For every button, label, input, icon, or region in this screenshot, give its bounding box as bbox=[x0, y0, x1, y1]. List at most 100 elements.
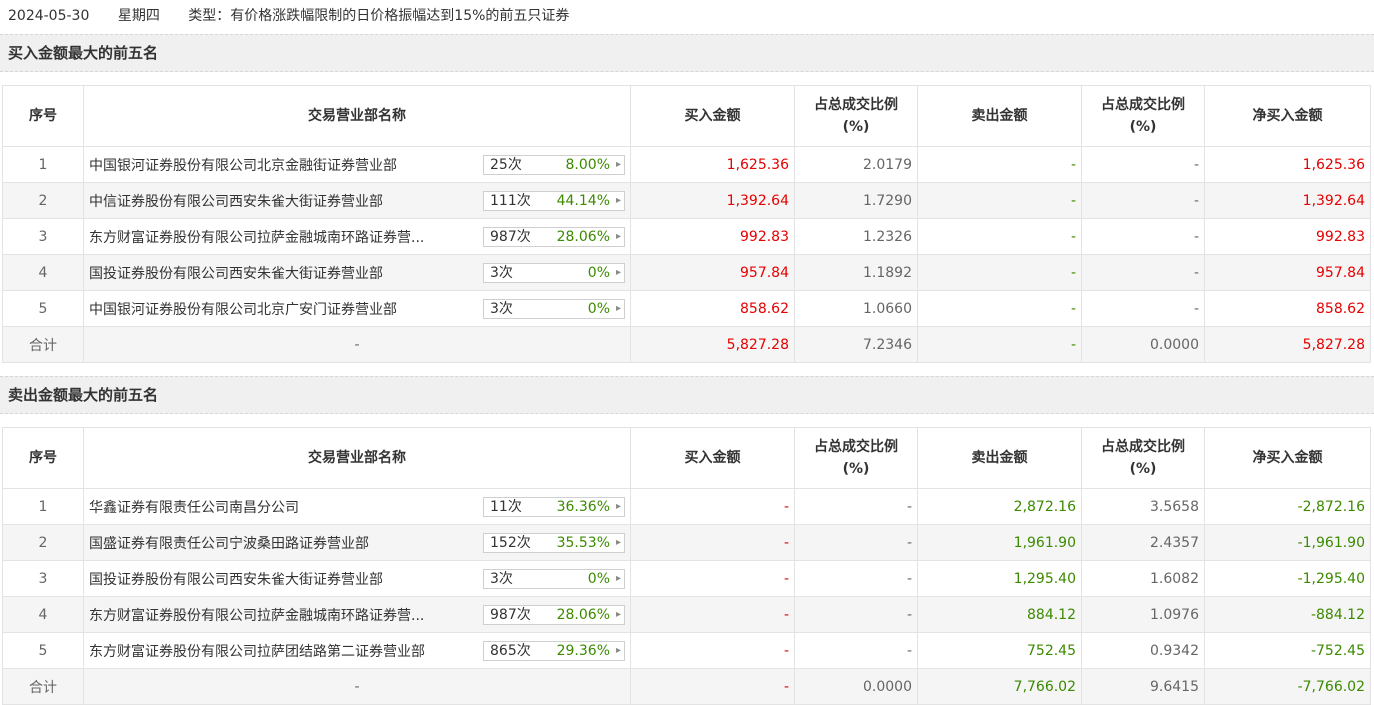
dept-name-link[interactable]: 中信证券股份有限公司西安朱雀大街证券营业部 bbox=[89, 191, 469, 211]
net-amount: 957.84 bbox=[1204, 254, 1371, 291]
sell-table: 序号 交易营业部名称 买入金额 占总成交比例 (%) 卖出金额 占总成交比例 (%)… bbox=[2, 427, 1371, 705]
dept-name-link[interactable]: 东方财富证券股份有限公司拉萨金融城南环路证券营... bbox=[89, 605, 469, 625]
dept-stats-button[interactable]: 152次 35.53% ▸ bbox=[483, 533, 625, 553]
dept-name-link[interactable]: 中国银河证券股份有限公司北京金融街证券营业部 bbox=[89, 155, 469, 175]
sell-amount: 884.12 bbox=[917, 596, 1082, 633]
sell-amount: 1,295.40 bbox=[917, 560, 1082, 597]
table-row: 3 东方财富证券股份有限公司拉萨金融城南环路证券营... 987次 28.06% ▸ 99… bbox=[2, 218, 1371, 255]
total-dept: - bbox=[83, 326, 631, 363]
dept-name-link[interactable]: 国盛证券有限责任公司宁波桑田路证券营业部 bbox=[89, 533, 469, 553]
buy-amount: 992.83 bbox=[630, 218, 795, 255]
caret-right-icon: ▸ bbox=[615, 573, 621, 584]
caret-right-icon: ▸ bbox=[615, 195, 621, 206]
caret-right-icon: ▸ bbox=[615, 159, 621, 170]
dept-name-link[interactable]: 国投证券股份有限公司西安朱雀大街证券营业部 bbox=[89, 569, 469, 589]
dept-stats-button[interactable]: 987次 28.06% ▸ bbox=[483, 605, 625, 625]
dept-stats-button[interactable]: 111次 44.14% ▸ bbox=[483, 191, 625, 211]
success-rate: 28.06% bbox=[556, 229, 610, 245]
dept-name-link[interactable]: 东方财富证券股份有限公司拉萨团结路第二证券营业部 bbox=[89, 641, 469, 661]
caret-right-icon: ▸ bbox=[615, 501, 621, 512]
buy-table: 序号 交易营业部名称 买入金额 占总成交比例 (%) 卖出金额 占总成交比例 (%)… bbox=[2, 85, 1371, 363]
col-dept: 交易营业部名称 bbox=[83, 427, 631, 489]
weekday: 星期四 bbox=[117, 8, 160, 24]
col-buy: 买入金额 bbox=[630, 85, 795, 147]
dept-stats-button[interactable]: 987次 28.06% ▸ bbox=[483, 227, 625, 247]
col-sell-ratio: 占总成交比例 (%) bbox=[1081, 427, 1205, 489]
col-net: 净买入金额 bbox=[1204, 427, 1371, 489]
sell-ratio: - bbox=[1081, 146, 1205, 183]
dept-name-link[interactable]: 国投证券股份有限公司西安朱雀大街证券营业部 bbox=[89, 263, 469, 283]
dept-stats-button[interactable]: 11次 36.36% ▸ bbox=[483, 497, 625, 517]
row-seq: 1 bbox=[2, 146, 84, 183]
row-seq: 3 bbox=[2, 218, 84, 255]
total-sell-ratio: 9.6415 bbox=[1081, 668, 1205, 705]
trade-date: 2024-05-30 bbox=[8, 8, 90, 24]
dept-stats-button[interactable]: 25次 8.00% ▸ bbox=[483, 155, 625, 175]
col-seq: 序号 bbox=[2, 85, 84, 147]
dept-stats-button[interactable]: 3次 0% ▸ bbox=[483, 299, 625, 319]
net-amount: 858.62 bbox=[1204, 290, 1371, 327]
success-rate: 44.14% bbox=[556, 193, 610, 209]
success-rate: 0% bbox=[587, 571, 610, 587]
dept-cell: 中国银河证券股份有限公司北京广安门证券营业部 3次 0% ▸ bbox=[83, 290, 631, 327]
total-sell-ratio: 0.0000 bbox=[1081, 326, 1205, 363]
col-net: 净买入金额 bbox=[1204, 85, 1371, 147]
row-seq: 5 bbox=[2, 290, 84, 327]
col-buy-ratio: 占总成交比例 (%) bbox=[794, 427, 918, 489]
caret-right-icon: ▸ bbox=[615, 609, 621, 620]
row-seq: 1 bbox=[2, 488, 84, 525]
buy-ratio: - bbox=[794, 560, 918, 597]
caret-right-icon: ▸ bbox=[615, 231, 621, 242]
total-buy-ratio: 7.2346 bbox=[794, 326, 918, 363]
row-seq: 3 bbox=[2, 560, 84, 597]
dept-name-link[interactable]: 中国银河证券股份有限公司北京广安门证券营业部 bbox=[89, 299, 469, 319]
total-buy: 5,827.28 bbox=[630, 326, 795, 363]
row-seq: 4 bbox=[2, 596, 84, 633]
net-amount: -2,872.16 bbox=[1204, 488, 1371, 525]
dept-cell: 国盛证券有限责任公司宁波桑田路证券营业部 152次 35.53% ▸ bbox=[83, 524, 631, 561]
buy-table-header: 序号 交易营业部名称 买入金额 占总成交比例 (%) 卖出金额 占总成交比例 (%)… bbox=[2, 85, 1371, 147]
appearance-count: 3次 bbox=[490, 265, 513, 281]
row-seq: 2 bbox=[2, 524, 84, 561]
sell-ratio: 2.4357 bbox=[1081, 524, 1205, 561]
total-row: 合计 -5,827.28 7.2346-0.0000 5,827.28 bbox=[2, 326, 1371, 363]
sell-amount: 752.45 bbox=[917, 632, 1082, 669]
dept-cell: 国投证券股份有限公司西安朱雀大街证券营业部 3次 0% ▸ bbox=[83, 560, 631, 597]
success-rate: 36.36% bbox=[556, 499, 610, 515]
total-dept: - bbox=[83, 668, 631, 705]
table-row: 1 华鑫证券有限责任公司南昌分公司 11次 36.36% ▸ - -2,872.16 3.56… bbox=[2, 488, 1371, 525]
col-buy: 买入金额 bbox=[630, 427, 795, 489]
sell-ratio: 3.5658 bbox=[1081, 488, 1205, 525]
success-rate: 0% bbox=[587, 265, 610, 281]
col-seq: 序号 bbox=[2, 427, 84, 489]
sell-amount: - bbox=[917, 182, 1082, 219]
appearance-count: 152次 bbox=[490, 535, 531, 551]
table-row: 2 国盛证券有限责任公司宁波桑田路证券营业部 152次 35.53% ▸ - -1,961.… bbox=[2, 524, 1371, 561]
buy-amount: - bbox=[630, 488, 795, 525]
sell-amount: 2,872.16 bbox=[917, 488, 1082, 525]
buy-ratio: 1.1892 bbox=[794, 254, 918, 291]
caret-right-icon: ▸ bbox=[615, 645, 621, 656]
dept-stats-button[interactable]: 865次 29.36% ▸ bbox=[483, 641, 625, 661]
buy-amount: 858.62 bbox=[630, 290, 795, 327]
type-label: 类型： bbox=[188, 8, 231, 24]
appearance-count: 11次 bbox=[490, 499, 522, 515]
appearance-count: 865次 bbox=[490, 643, 531, 659]
net-amount: 992.83 bbox=[1204, 218, 1371, 255]
row-seq: 2 bbox=[2, 182, 84, 219]
net-amount: 1,392.64 bbox=[1204, 182, 1371, 219]
sell-ratio: 1.6082 bbox=[1081, 560, 1205, 597]
total-row: 合计 - -0.0000 7,766.02 9.6415 -7,766.02 bbox=[2, 668, 1371, 705]
appearance-count: 111次 bbox=[490, 193, 531, 209]
net-amount: -1,295.40 bbox=[1204, 560, 1371, 597]
dept-stats-button[interactable]: 3次 0% ▸ bbox=[483, 263, 625, 283]
dept-name-link[interactable]: 华鑫证券有限责任公司南昌分公司 bbox=[89, 497, 469, 517]
buy-amount: 1,392.64 bbox=[630, 182, 795, 219]
dept-cell: 中信证券股份有限公司西安朱雀大街证券营业部 111次 44.14% ▸ bbox=[83, 182, 631, 219]
dept-stats-button[interactable]: 3次 0% ▸ bbox=[483, 569, 625, 589]
sell-amount: 1,961.90 bbox=[917, 524, 1082, 561]
table-row: 2 中信证券股份有限公司西安朱雀大街证券营业部 111次 44.14% ▸ 1,392.6… bbox=[2, 182, 1371, 219]
dept-name-link[interactable]: 东方财富证券股份有限公司拉萨金融城南环路证券营... bbox=[89, 227, 469, 247]
buy-amount: 957.84 bbox=[630, 254, 795, 291]
sell-ratio: - bbox=[1081, 290, 1205, 327]
